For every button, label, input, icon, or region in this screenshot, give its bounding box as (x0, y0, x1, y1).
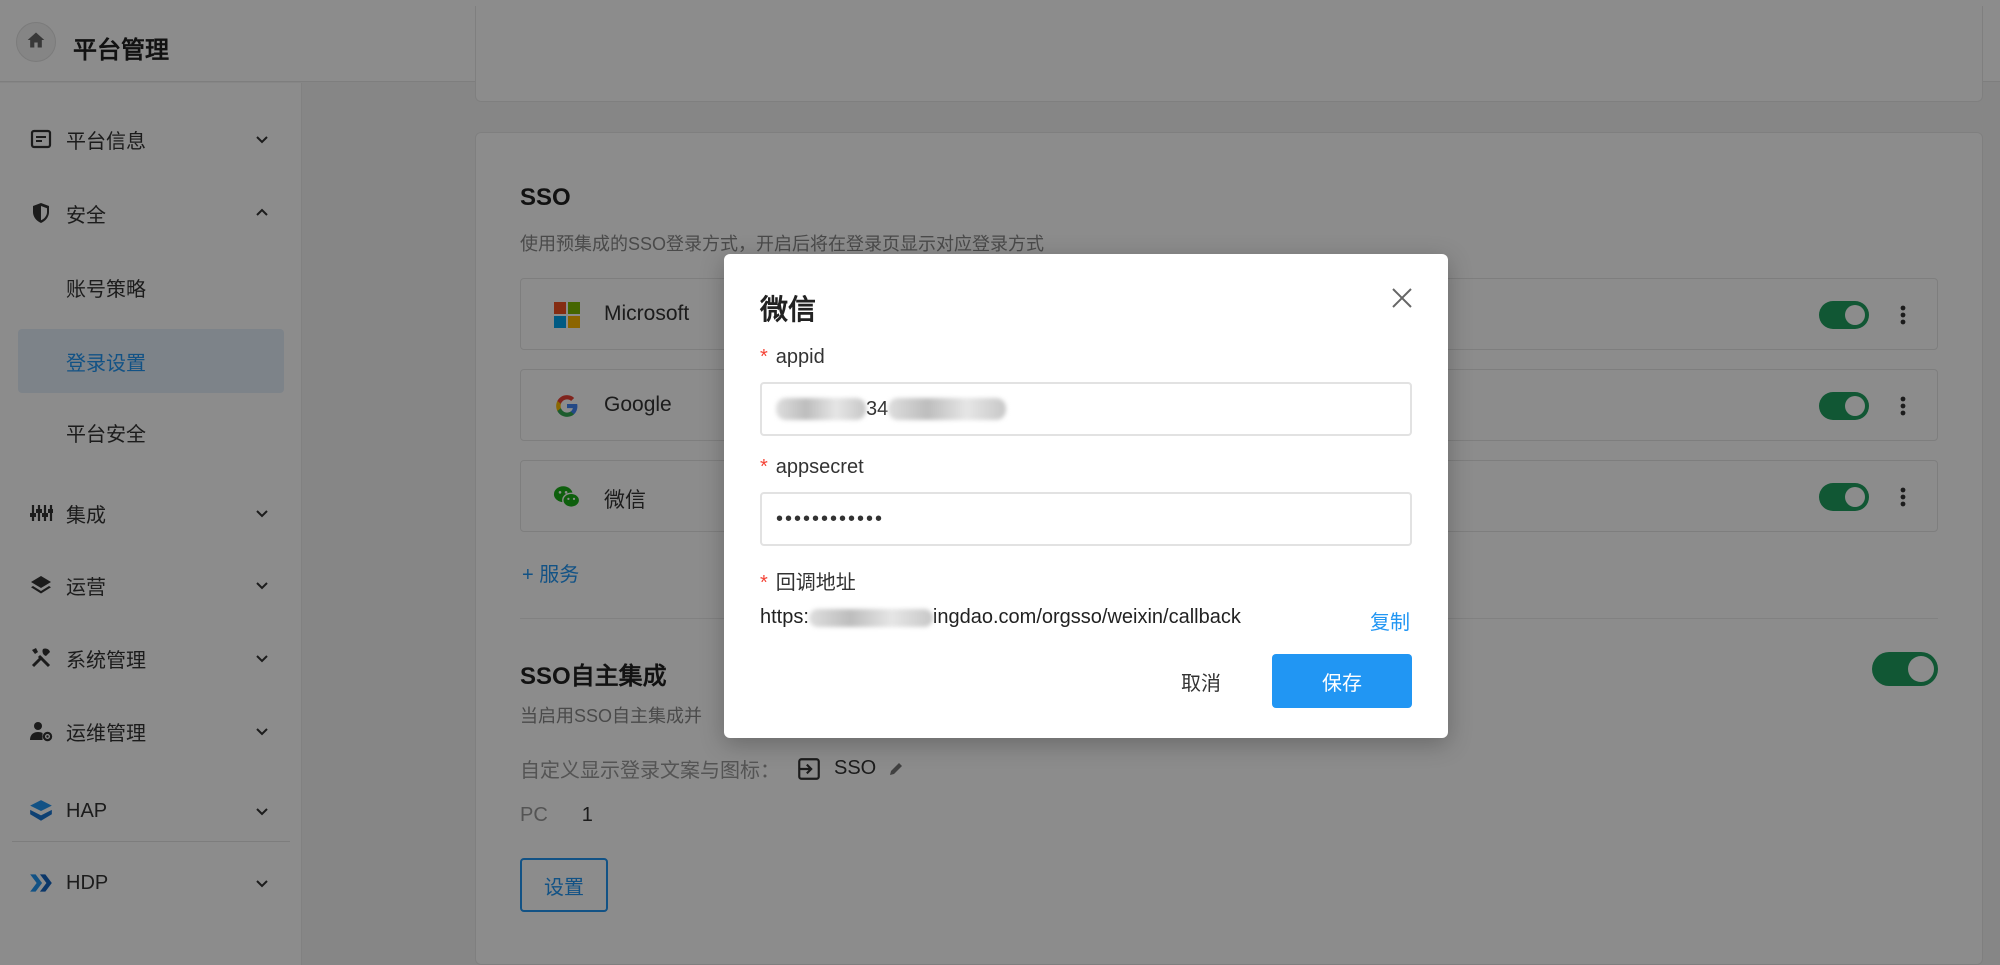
save-button[interactable]: 保存 (1272, 654, 1412, 708)
callback-label-text: 回调地址 (775, 572, 856, 594)
required-mark: * (760, 346, 768, 368)
close-icon[interactable] (1388, 284, 1416, 312)
dialog-title: 微信 (760, 294, 817, 325)
cancel-button[interactable]: 取消 (1146, 654, 1256, 708)
redacted-text (888, 398, 1007, 420)
redacted-text (776, 398, 866, 420)
required-mark: * (760, 456, 768, 478)
appid-label-text: appid (775, 346, 825, 368)
appsecret-input[interactable]: •••••••••••• (760, 492, 1412, 546)
wechat-config-dialog: 微信 * appid 34 * appsecret •••••••••••• * 回调… (724, 254, 1448, 738)
appid-visible-value: 34 (866, 397, 889, 420)
callback-label: * 回调地址 (760, 566, 856, 595)
callback-url: https: ingdao.com/orgsso/weixin/callback (760, 606, 1241, 629)
redacted-text (808, 608, 933, 627)
appid-input[interactable]: 34 (760, 382, 1412, 436)
appsecret-label-text: appsecret (775, 456, 864, 478)
appid-label: * appid (760, 346, 825, 369)
copy-link[interactable]: 复制 (1370, 606, 1410, 635)
required-mark: * (760, 572, 768, 594)
callback-url-suffix: ingdao.com/orgsso/weixin/callback (932, 606, 1241, 628)
appsecret-label: * appsecret (760, 456, 864, 479)
callback-url-prefix: https: (760, 606, 809, 628)
